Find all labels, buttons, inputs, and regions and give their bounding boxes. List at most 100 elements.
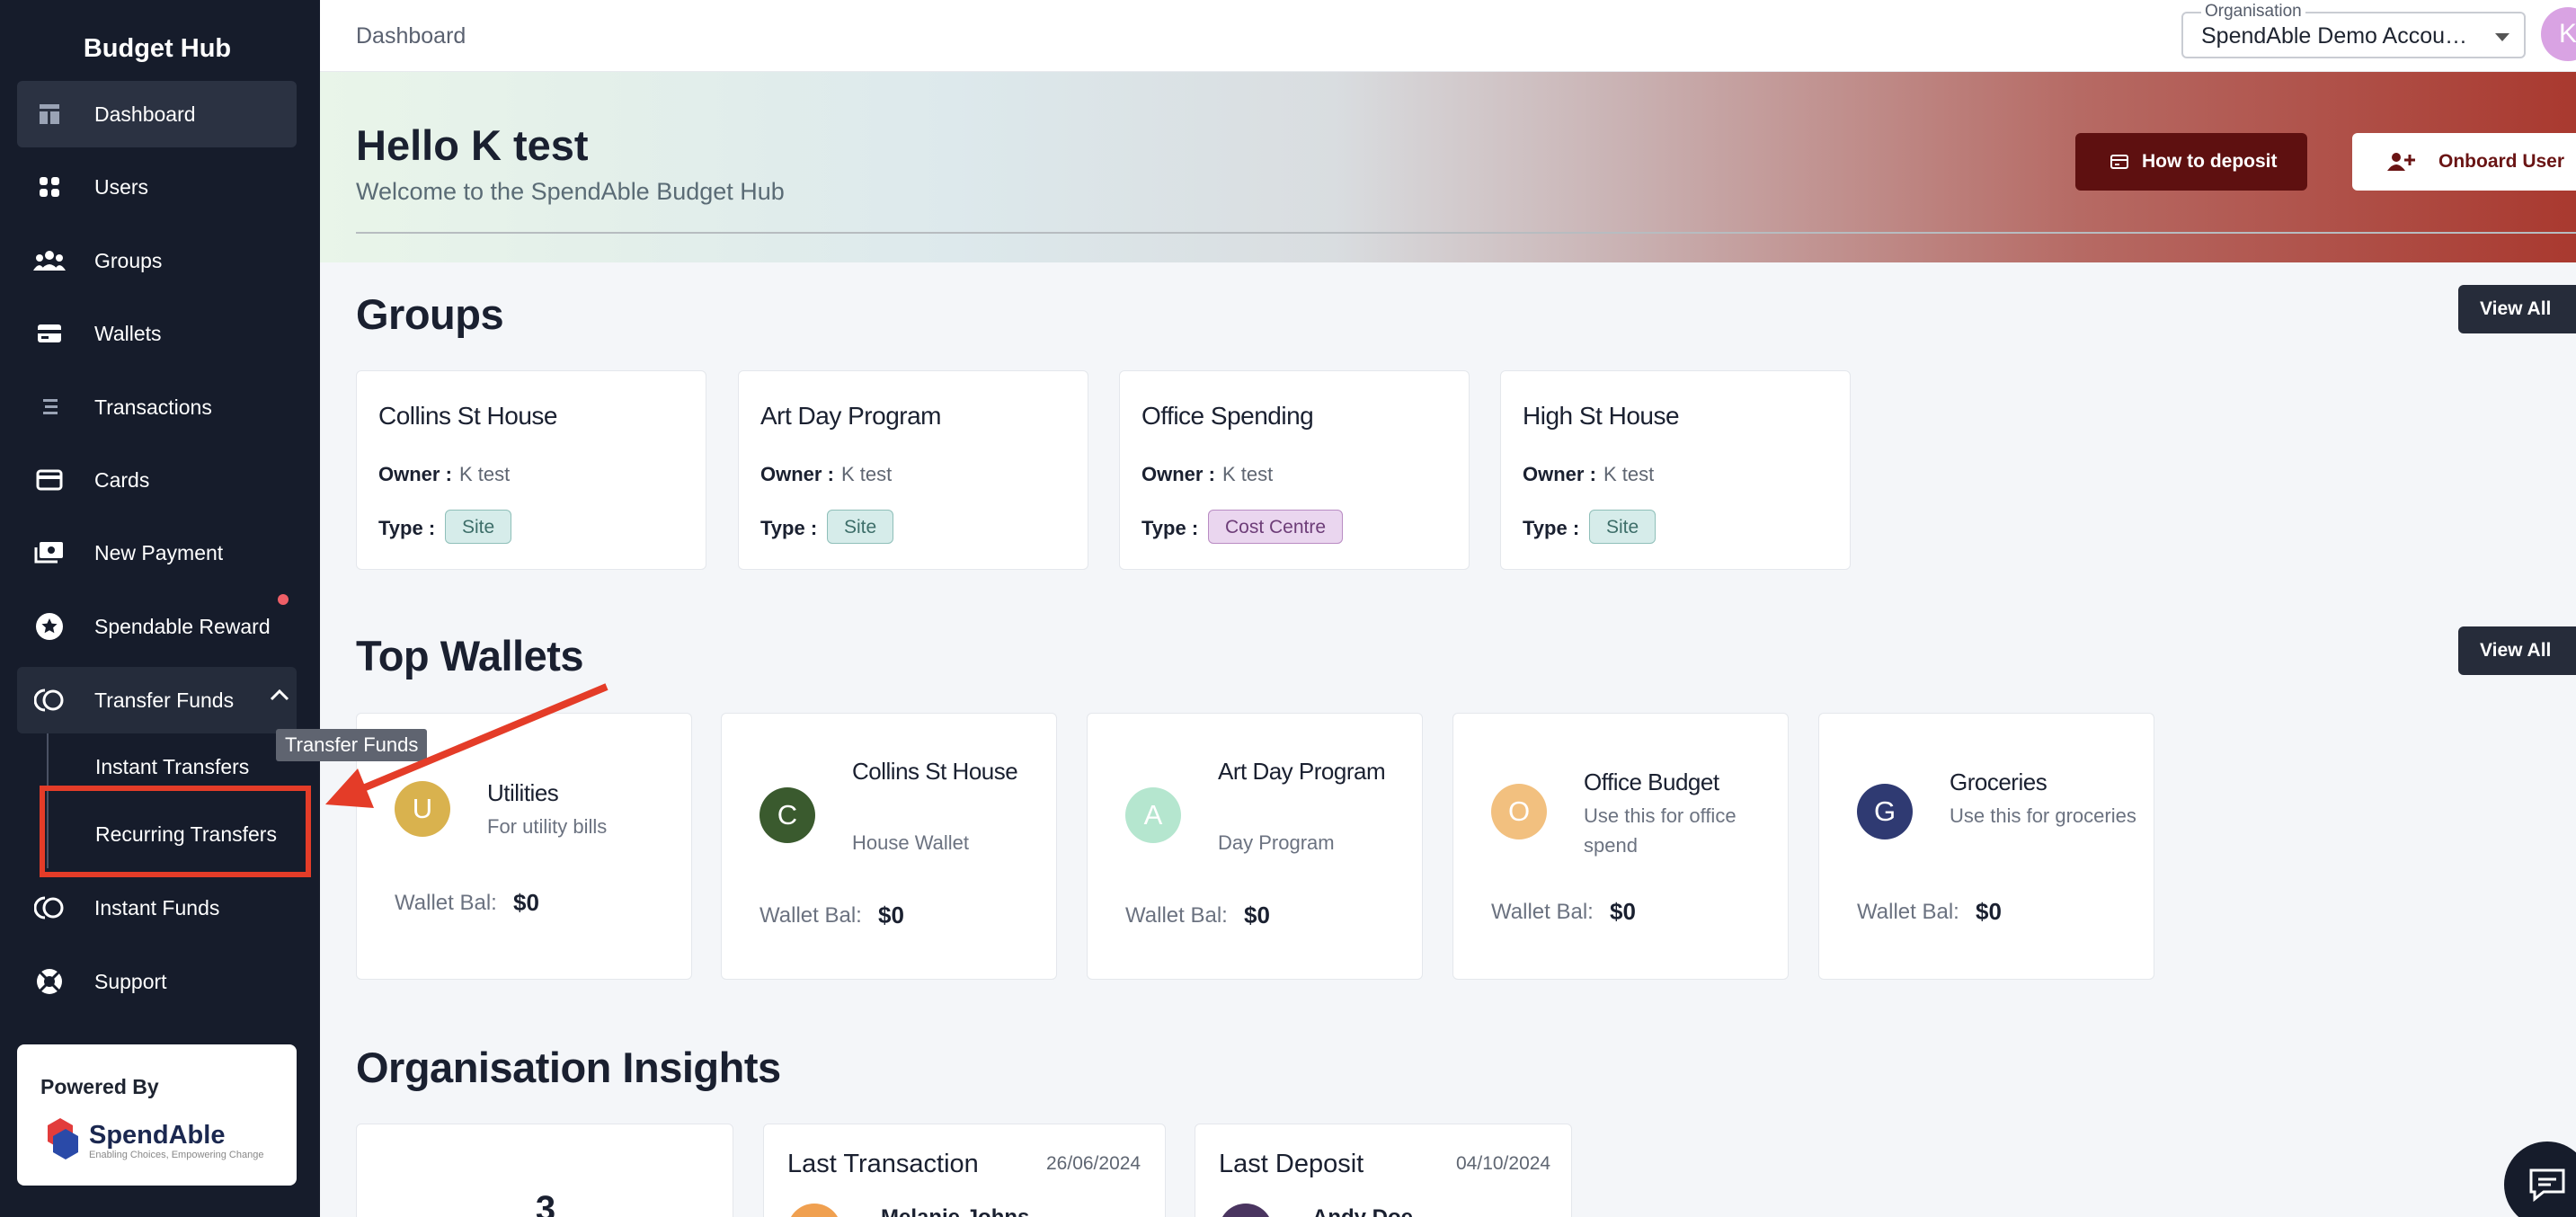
avatar[interactable]: K <box>2541 7 2576 61</box>
owner-label: Owner : <box>1141 463 1215 485</box>
type-badge: Site <box>1589 510 1657 544</box>
avatar <box>787 1204 841 1217</box>
wallet-avatar: G <box>1857 784 1913 839</box>
wallet-name: Office Budget <box>1584 768 1719 795</box>
sidebar-item-support[interactable]: Support <box>17 948 297 1015</box>
sidebar-item-label: Wallets <box>94 321 162 345</box>
sidebar-item-label: Support <box>94 969 167 993</box>
sidebar-item-cards[interactable]: Cards <box>17 447 297 513</box>
sidebar-item-transfer-funds[interactable]: Transfer Funds <box>17 667 297 733</box>
sidebar-item-label: Dashboard <box>94 102 196 126</box>
sidebar-item-dashboard[interactable]: Dashboard <box>17 81 297 147</box>
wallet-card[interactable]: C Collins St House House Wallet Wallet B… <box>721 713 1057 980</box>
chat-button[interactable] <box>2504 1141 2576 1217</box>
star-icon <box>33 610 66 643</box>
wallet-card[interactable]: A Art Day Program Day Program Wallet Bal… <box>1087 713 1423 980</box>
type-badge: Cost Centre <box>1208 510 1344 544</box>
sidebar-item-instant-funds[interactable]: Instant Funds <box>17 875 297 941</box>
owner-value: K test <box>459 463 511 485</box>
wallet-balance: $0 <box>1610 898 1636 925</box>
group-card[interactable]: Collins St House Owner : K test Type : S… <box>356 370 706 570</box>
insight-count-card: 3 <box>356 1124 733 1217</box>
users-icon <box>33 171 66 203</box>
wallet-description: Day Program <box>1218 831 1335 854</box>
top-bar: Dashboard Organisation SpendAble Demo Ac… <box>320 0 2576 72</box>
wallet-balance: $0 <box>878 902 904 928</box>
sidebar-item-groups[interactable]: Groups <box>17 227 297 294</box>
group-card[interactable]: High St House Owner : K test Type : Site <box>1500 370 1851 570</box>
wallet-avatar: O <box>1491 784 1547 839</box>
annotation-highlight-box <box>40 786 311 877</box>
wallets-view-all-button[interactable]: View All <box>2458 626 2576 675</box>
sidebar-item-spendable-reward[interactable]: Spendable Reward <box>17 593 297 660</box>
breadcrumb: Dashboard <box>356 23 466 49</box>
wallet-card[interactable]: G Groceries Use this for groceries Walle… <box>1818 713 2154 980</box>
sidebar-item-label: Instant Funds <box>94 895 220 919</box>
insights-title: Organisation Insights <box>356 1044 781 1091</box>
sidebar-item-transactions[interactable]: Transactions <box>17 374 297 440</box>
sidebar-item-label: Groups <box>94 248 163 272</box>
owner-value: K test <box>1222 463 1274 485</box>
top-wallets-title: Top Wallets <box>356 632 584 680</box>
owner-value: K test <box>841 463 893 485</box>
wallet-balance: $0 <box>1976 898 2002 925</box>
wallet-balance-label: Wallet Bal: <box>1125 903 1228 928</box>
svg-text:Enabling Choices, Empowering C: Enabling Choices, Empowering Change <box>89 1150 263 1160</box>
credit-card-icon <box>33 464 66 496</box>
onboard-user-label: Onboard User <box>2438 151 2565 172</box>
welcome-banner: Hello K test Welcome to the SpendAble Bu… <box>320 72 2576 262</box>
caret-down-icon <box>2495 33 2509 41</box>
wallet-balance-label: Wallet Bal: <box>395 891 497 915</box>
last-deposit-date: 04/10/2024 <box>1456 1153 1551 1174</box>
powered-by-panel: Powered By SpendAble Enabling Choices, E… <box>17 1044 297 1186</box>
type-label: Type : <box>760 517 818 539</box>
annotation-arrow-icon <box>325 683 608 808</box>
owner-label: Owner : <box>1523 463 1596 485</box>
sidebar-item-label: Cards <box>94 467 150 492</box>
last-transaction-date: 26/06/2024 <box>1046 1153 1141 1174</box>
organisation-select[interactable]: Organisation SpendAble Demo Accou… <box>2181 2 2526 58</box>
type-label: Type : <box>378 517 436 539</box>
sidebar-item-label: Transactions <box>94 395 212 419</box>
last-deposit-title: Last Deposit <box>1219 1150 1364 1178</box>
wallet-avatar: C <box>759 787 815 843</box>
groups-view-all-button[interactable]: View All <box>2458 285 2576 333</box>
sidebar-item-label: New Payment <box>94 540 224 564</box>
greeting: Hello K test <box>356 121 589 169</box>
last-deposit-name: Andy Doe <box>1312 1205 1413 1217</box>
sidebar-subitem-instant-transfers[interactable]: Instant Transfers <box>95 755 249 779</box>
spendable-logo: SpendAble Enabling Choices, Empowering C… <box>48 1118 263 1160</box>
chevron-up-icon[interactable] <box>270 688 289 706</box>
group-card[interactable]: Office Spending Owner : K test Type : Co… <box>1119 370 1470 570</box>
type-badge: Site <box>445 510 512 544</box>
support-icon <box>33 965 66 998</box>
group-name: Art Day Program <box>760 402 942 430</box>
owner-label: Owner : <box>378 463 452 485</box>
deposit-icon <box>2110 152 2129 172</box>
last-transaction-title: Last Transaction <box>787 1150 979 1178</box>
type-label: Type : <box>1141 517 1199 539</box>
owner-value: K test <box>1603 463 1655 485</box>
groups-icon <box>33 244 66 277</box>
wallet-icon <box>33 317 66 350</box>
group-card[interactable]: Art Day Program Owner : K test Type : Si… <box>738 370 1088 570</box>
instant-funds-icon <box>33 892 66 924</box>
onboard-user-button[interactable]: Onboard User <box>2352 133 2576 191</box>
sidebar-item-new-payment[interactable]: New Payment <box>17 520 297 586</box>
wallet-balance-label: Wallet Bal: <box>1857 900 1959 924</box>
sidebar-item-users[interactable]: Users <box>17 154 297 220</box>
wallet-avatar: A <box>1125 787 1181 843</box>
last-transaction-card[interactable]: Last Transaction 26/06/2024 Melanie John… <box>763 1124 1166 1217</box>
last-deposit-card[interactable]: Last Deposit 04/10/2024 Andy Doe <box>1195 1124 1572 1217</box>
owner-label: Owner : <box>760 463 834 485</box>
sidebar: Budget Hub Dashboard Users Groups Wallet… <box>0 0 320 1217</box>
organisation-value: SpendAble Demo Accou… <box>2201 23 2468 49</box>
sidebar-item-wallets[interactable]: Wallets <box>17 300 297 367</box>
how-to-deposit-button[interactable]: How to deposit <box>2075 133 2307 191</box>
wallet-balance: $0 <box>1244 902 1270 928</box>
type-badge: Site <box>827 510 894 544</box>
insight-count: 3 <box>535 1189 556 1217</box>
wallet-card[interactable]: O Office Budget Use this for office spen… <box>1452 713 1789 980</box>
group-name: High St House <box>1523 402 1680 430</box>
sidebar-item-label: Users <box>94 174 149 199</box>
